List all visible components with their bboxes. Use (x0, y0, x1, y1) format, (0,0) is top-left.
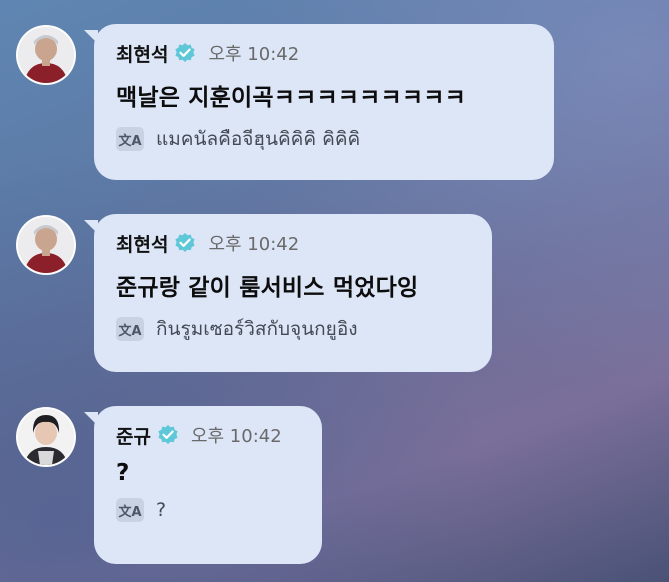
translate-icon[interactable]: 文A (116, 317, 144, 341)
avatar[interactable] (16, 407, 76, 467)
avatar[interactable] (16, 25, 76, 85)
avatar[interactable] (16, 215, 76, 275)
message-header: 최현석 오후 10:42 (116, 230, 470, 256)
translation-row[interactable]: 文A ? (116, 498, 300, 522)
verified-badge-icon (174, 42, 196, 64)
translation-text: ? (156, 499, 167, 521)
message-text: ? (116, 460, 130, 486)
author-name[interactable]: 최현석 (116, 230, 168, 257)
person-photo-icon (18, 27, 74, 83)
verified-badge-icon (174, 232, 196, 254)
message-bubble[interactable]: 최현석 오후 10:42 준규랑 같이 룸서비스 먹었다잉 文A กินรูมเ… (94, 214, 492, 372)
translate-icon[interactable]: 文A (116, 498, 144, 522)
message-text: 준규랑 같이 룸서비스 먹었다잉 (116, 275, 419, 301)
person-photo-icon (18, 217, 74, 273)
translation-text: กินรูมเซอร์วิสกับจุนกยูอิง (156, 318, 358, 340)
message-bubble[interactable]: 준규 오후 10:42 ? 文A ? (94, 406, 322, 564)
translate-icon[interactable]: 文A (116, 127, 144, 151)
message-text: 맥날은 지훈이곡ㅋㅋㅋㅋㅋㅋㅋㅋㅋ (116, 85, 466, 111)
message-header: 최현석 오후 10:42 (116, 40, 532, 66)
translation-text: แมคนัลคือจีฮุนคิคิคิ คิคิคิ (156, 128, 361, 150)
message-bubble[interactable]: 최현석 오후 10:42 맥날은 지훈이곡ㅋㅋㅋㅋㅋㅋㅋㅋㅋ 文A แมคนัล… (94, 24, 554, 180)
person-photo-icon (18, 409, 74, 465)
translation-row[interactable]: 文A กินรูมเซอร์วิสกับจุนกยูอิง (116, 314, 470, 344)
translation-row[interactable]: 文A แมคนัลคือจีฮุนคิคิคิ คิคิคิ (116, 124, 532, 154)
author-name[interactable]: 최현석 (116, 40, 168, 67)
author-name[interactable]: 준규 (116, 422, 151, 449)
timestamp: 오후 10:42 (190, 426, 282, 447)
verified-badge-icon (157, 424, 179, 446)
message-header: 준규 오후 10:42 (116, 422, 300, 448)
timestamp: 오후 10:42 (208, 234, 300, 255)
timestamp: 오후 10:42 (208, 44, 300, 65)
